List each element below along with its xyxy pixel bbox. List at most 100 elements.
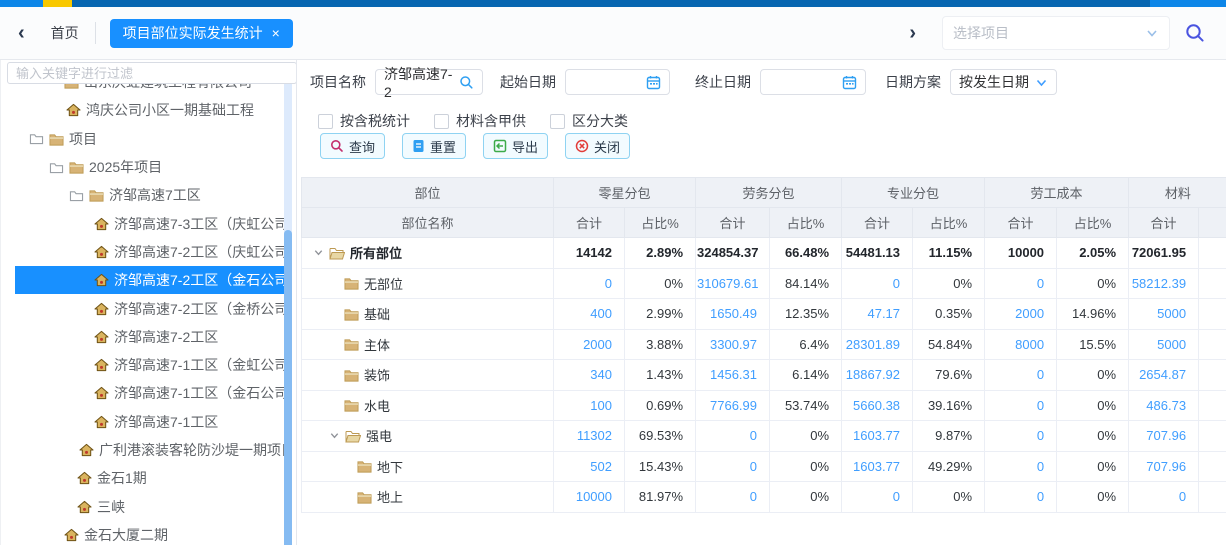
total-value-cell[interactable]: 2000 [985, 299, 1057, 330]
total-value-cell[interactable]: 400 [554, 299, 625, 330]
calendar-icon[interactable] [842, 75, 857, 90]
tree-item[interactable]: 济邹高速7-3工区（庆虹公司） [15, 209, 286, 237]
total-value-cell[interactable]: 1603.77 [842, 421, 913, 452]
total-value-cell[interactable]: 0 [1129, 482, 1199, 513]
total-value-cell[interactable]: 502 [554, 451, 625, 482]
tree-item[interactable]: 济邹高速7工区 [15, 181, 286, 209]
total-value-cell[interactable]: 0 [842, 482, 913, 513]
row-name-cell[interactable]: 所有部位 [302, 238, 554, 269]
total-value-cell[interactable]: 100 [554, 390, 625, 421]
tree-item[interactable]: 济邹高速7-2工区（金石公司） [15, 266, 286, 294]
tree-item[interactable]: 金石大厦二期 [15, 521, 286, 545]
total-value-cell[interactable]: 0 [985, 421, 1057, 452]
tree-item[interactable]: 鸿庆公司小区一期基础工程 [15, 96, 286, 124]
calendar-icon[interactable] [646, 75, 661, 90]
tree-item[interactable]: 广利港滚装客轮防沙堤一期项目 [15, 436, 286, 464]
total-value-cell[interactable]: 707.96 [1129, 421, 1199, 452]
tree-item[interactable]: 济邹高速7-2工区 [15, 323, 286, 351]
project-name-input[interactable]: 济邹高速7-2 [375, 69, 483, 95]
total-value-cell[interactable]: 11302 [554, 421, 625, 452]
total-value-cell[interactable]: 1456.31 [696, 360, 770, 391]
checkbox-box[interactable] [550, 114, 565, 129]
tree-item[interactable]: 2025年项目 [15, 153, 286, 181]
tree-item[interactable]: 三峡 [15, 492, 286, 520]
filter-checkbox[interactable]: 按含税统计 [318, 111, 410, 131]
date-scheme-select[interactable]: 按发生日期 [950, 69, 1057, 95]
end-date-input[interactable] [760, 69, 866, 95]
total-value-cell[interactable]: 7766.99 [696, 390, 770, 421]
tree-item[interactable]: 济邹高速7-2工区（庆虹公司） [15, 238, 286, 266]
total-value-cell[interactable]: 0 [696, 421, 770, 452]
row-name-cell[interactable]: 基础 [302, 299, 554, 330]
total-value-cell[interactable]: 2000 [554, 329, 625, 360]
tab-close-icon[interactable]: × [272, 25, 280, 41]
tree-item[interactable]: 山东庆虹建筑工程有限公司 [15, 84, 286, 96]
total-value-cell[interactable]: 5000 [1129, 299, 1199, 330]
total-value-cell[interactable]: 1650.49 [696, 299, 770, 330]
chevron-left-icon[interactable]: ‹ [6, 23, 37, 43]
total-value-cell[interactable]: 486.73 [1129, 390, 1199, 421]
total-value-cell[interactable]: 324854.37 [696, 238, 770, 269]
tab-home[interactable]: 首页 [51, 23, 79, 43]
header-search-button[interactable] [1184, 22, 1206, 44]
tree-item[interactable]: 金石1期 [15, 464, 286, 492]
total-value-cell[interactable]: 5660.38 [842, 390, 913, 421]
row-expand-icon[interactable] [329, 430, 340, 441]
row-expand-icon[interactable] [313, 247, 324, 258]
total-value-cell[interactable]: 10000 [554, 482, 625, 513]
house-icon [94, 330, 109, 344]
tree-item[interactable]: 济邹高速7-1工区（金石公司） [15, 379, 286, 407]
tab-active[interactable]: 项目部位实际发生统计 × [110, 19, 293, 48]
tree-item[interactable]: 项目 [15, 125, 286, 153]
tree-filter-input[interactable] [7, 62, 297, 84]
total-value-cell[interactable]: 0 [985, 482, 1057, 513]
tree-item[interactable]: 济邹高速7-1工区 [15, 408, 286, 436]
checkbox-box[interactable] [318, 114, 333, 129]
search-icon[interactable] [459, 75, 474, 90]
total-value-cell[interactable]: 18867.92 [842, 360, 913, 391]
total-value-cell[interactable]: 0 [985, 360, 1057, 391]
total-value-cell[interactable]: 28301.89 [842, 329, 913, 360]
total-value-cell[interactable]: 340 [554, 360, 625, 391]
total-value-cell[interactable]: 0 [554, 268, 625, 299]
row-name-cell[interactable]: 装饰 [302, 360, 554, 391]
total-value-cell[interactable]: 3300.97 [696, 329, 770, 360]
reset-button[interactable]: 重置 [402, 133, 466, 159]
total-value-cell[interactable]: 10000 [985, 238, 1057, 269]
close-button[interactable]: 关闭 [565, 133, 630, 159]
total-value-cell[interactable]: 0 [985, 390, 1057, 421]
filter-checkbox[interactable]: 材料含甲供 [434, 111, 526, 131]
total-value-cell[interactable]: 8000 [985, 329, 1057, 360]
query-button[interactable]: 查询 [320, 133, 385, 159]
total-value-cell[interactable]: 47.17 [842, 299, 913, 330]
total-value-cell[interactable]: 5000 [1129, 329, 1199, 360]
total-value-cell[interactable]: 58212.39 [1129, 268, 1199, 299]
total-value-cell[interactable]: 0 [985, 451, 1057, 482]
row-name-cell[interactable]: 地下 [302, 451, 554, 482]
total-value-cell[interactable]: 72061.95 [1129, 238, 1199, 269]
total-value-cell[interactable]: 0 [696, 482, 770, 513]
start-date-input[interactable] [565, 69, 670, 95]
sidebar-scrollbar-thumb[interactable] [284, 230, 292, 545]
row-name-cell[interactable]: 无部位 [302, 268, 554, 299]
row-name-cell[interactable]: 强电 [302, 421, 554, 452]
total-value-cell[interactable]: 707.96 [1129, 451, 1199, 482]
total-value-cell[interactable]: 0 [696, 451, 770, 482]
total-value-cell[interactable]: 1603.77 [842, 451, 913, 482]
total-value-cell[interactable]: 2654.87 [1129, 360, 1199, 391]
row-name-cell[interactable]: 地上 [302, 482, 554, 513]
tree-item[interactable]: 济邹高速7-2工区（金桥公司） [15, 294, 286, 322]
export-button[interactable]: 导出 [483, 133, 548, 159]
filter-checkbox[interactable]: 区分大类 [550, 111, 628, 131]
checkbox-box[interactable] [434, 114, 449, 129]
tree-item[interactable]: 济邹高速7-1工区（金虹公司） [15, 351, 286, 379]
row-name-cell[interactable]: 主体 [302, 329, 554, 360]
row-name-cell[interactable]: 水电 [302, 390, 554, 421]
total-value-cell[interactable]: 310679.61 [696, 268, 770, 299]
total-value-cell[interactable]: 14142 [554, 238, 625, 269]
total-value-cell[interactable]: 0 [842, 268, 913, 299]
total-value-cell[interactable]: 0 [985, 268, 1057, 299]
total-value-cell[interactable]: 54481.13 [842, 238, 913, 269]
project-select[interactable]: 选择项目 [942, 16, 1170, 50]
chevron-right-icon[interactable]: › [897, 23, 928, 43]
